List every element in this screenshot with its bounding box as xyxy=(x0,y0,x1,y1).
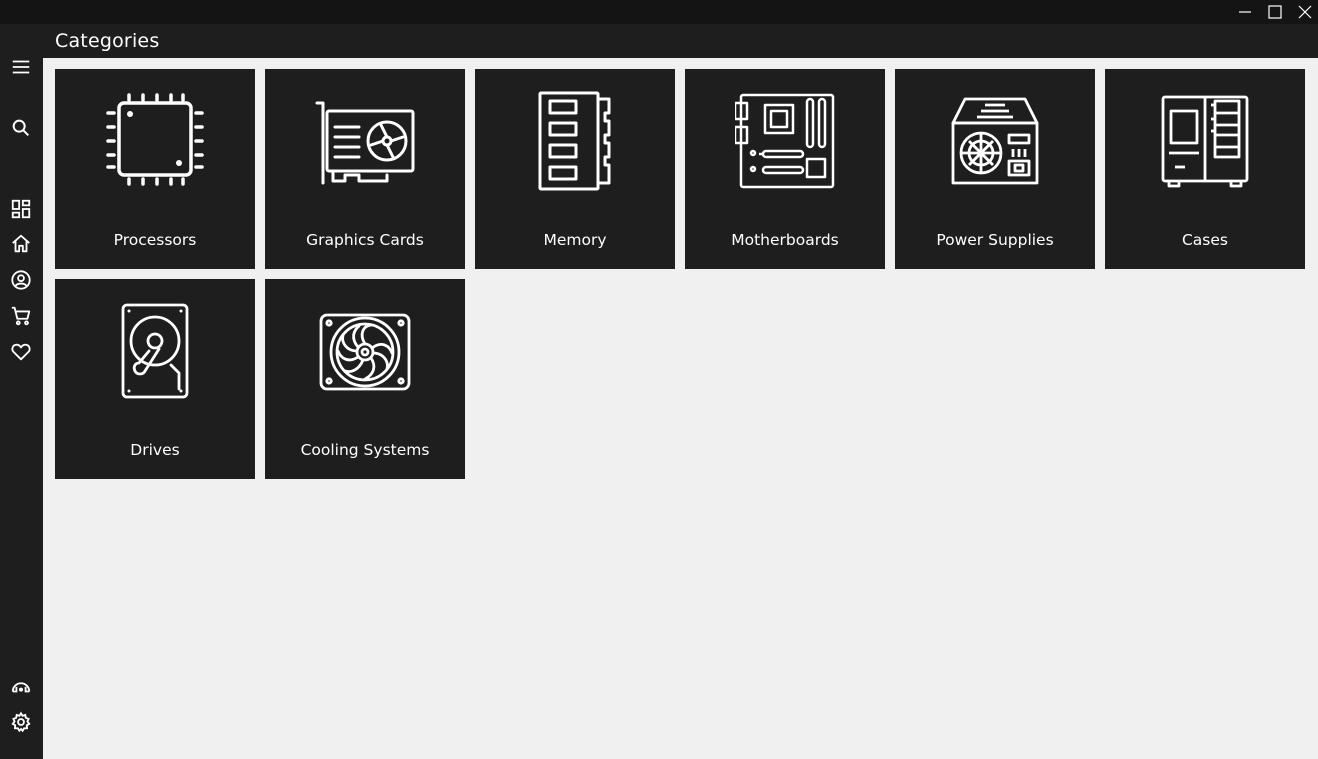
support-icon xyxy=(11,682,31,693)
search-button[interactable] xyxy=(9,116,33,140)
category-label: Power Supplies xyxy=(936,231,1054,249)
dashboard-icon xyxy=(11,199,31,219)
category-label: Cases xyxy=(1181,231,1228,249)
category-label: Processors xyxy=(113,231,197,249)
hamburger-menu-button[interactable] xyxy=(9,55,33,79)
minimize-button[interactable] xyxy=(1230,0,1260,24)
category-tile-cooling-systems[interactable]: Cooling Systems xyxy=(265,279,465,479)
wishlist-button[interactable] xyxy=(9,340,33,364)
category-tile-power-supplies[interactable]: Power Supplies xyxy=(895,69,1095,269)
category-tile-processors[interactable]: Processors xyxy=(55,69,255,269)
hamburger-menu-icon xyxy=(12,60,30,74)
page-title: Categories xyxy=(55,30,160,52)
category-tile-motherboards[interactable]: Motherboards xyxy=(685,69,885,269)
close-button[interactable] xyxy=(1290,0,1318,24)
graphics-card-icon xyxy=(315,101,415,185)
support-button[interactable] xyxy=(9,674,33,698)
drive-icon xyxy=(121,303,189,399)
cart-button[interactable] xyxy=(9,304,33,328)
category-tile-drives[interactable]: Drives xyxy=(55,279,255,479)
category-tile-cases[interactable]: Cases xyxy=(1105,69,1305,269)
settings-button[interactable] xyxy=(9,710,33,734)
category-label: Cooling Systems xyxy=(300,441,430,459)
power-supply-icon xyxy=(951,97,1039,185)
category-label: Drives xyxy=(130,441,180,459)
maximize-icon xyxy=(1268,5,1282,19)
case-icon xyxy=(1161,95,1249,188)
search-icon xyxy=(12,119,30,137)
category-label: Graphics Cards xyxy=(306,231,424,249)
category-label: Memory xyxy=(543,231,607,249)
window-titlebar xyxy=(0,0,1318,24)
header-bar: Categories xyxy=(43,24,1318,58)
category-tile-graphics-cards[interactable]: Graphics Cards xyxy=(265,69,465,269)
category-tile-memory[interactable]: Memory xyxy=(475,69,675,269)
close-icon xyxy=(1298,5,1312,19)
processor-icon xyxy=(106,93,204,186)
account-button[interactable] xyxy=(9,268,33,292)
gear-icon xyxy=(11,711,31,733)
memory-icon xyxy=(538,91,611,191)
heart-icon xyxy=(11,343,31,361)
home-button[interactable] xyxy=(9,232,33,256)
home-icon xyxy=(12,234,30,253)
motherboard-icon xyxy=(735,93,835,189)
maximize-button[interactable] xyxy=(1260,0,1290,24)
cart-icon xyxy=(11,306,31,326)
category-label: Motherboards xyxy=(731,231,839,249)
account-icon xyxy=(11,270,31,290)
dashboard-button[interactable] xyxy=(9,197,33,221)
cooling-fan-icon xyxy=(319,313,411,391)
minimize-icon xyxy=(1239,11,1251,13)
sidebar xyxy=(0,24,43,759)
